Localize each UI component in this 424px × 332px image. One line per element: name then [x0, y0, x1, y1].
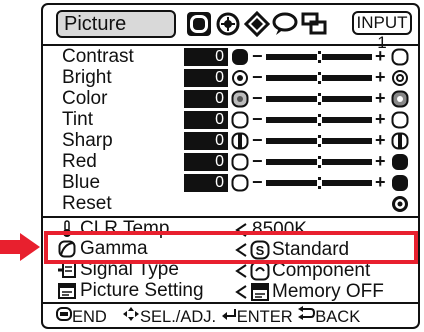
adjust-value: 0 — [184, 174, 228, 192]
slider-track — [266, 177, 372, 189]
navigation-arrows-icon — [122, 306, 140, 328]
contrast-low-icon — [232, 49, 248, 65]
reset-icon[interactable] — [391, 195, 409, 213]
footer-divider — [41, 302, 420, 304]
slider-track — [266, 51, 372, 63]
setting-row-picture-setting[interactable]: Picture Setting Memory OFF — [56, 280, 414, 302]
adjust-value: 0 — [184, 90, 228, 108]
back-icon — [297, 305, 316, 328]
menu-button-icon — [56, 306, 72, 328]
adjust-label: Color — [62, 88, 108, 109]
sharp-low-icon — [231, 132, 249, 150]
tint-slider[interactable]: − + — [252, 109, 414, 130]
fine-sync-icon[interactable] — [215, 11, 241, 37]
contrast-high-icon — [391, 48, 409, 66]
display-icon[interactable] — [301, 11, 327, 37]
sharp-high-icon — [391, 132, 409, 150]
setting-value[interactable]: Memory OFF — [234, 281, 414, 303]
setting-value-text: Memory OFF — [272, 281, 384, 302]
adjust-label: Bright — [62, 67, 112, 88]
adjust-label: Contrast — [62, 46, 134, 67]
contrast-slider[interactable]: − + — [252, 46, 414, 67]
adjust-label: Red — [62, 151, 97, 172]
bright-low-icon — [232, 70, 248, 86]
option-arrow-icon — [235, 264, 247, 278]
adjust-row-tint[interactable]: Tint 0 − + — [56, 109, 414, 130]
tint-high-icon — [391, 111, 409, 129]
menu-tab-icons — [186, 11, 336, 39]
memory-icon — [251, 283, 269, 301]
menu-title-tab[interactable]: Picture — [56, 10, 176, 38]
adjust-row-color[interactable]: Color 0 − + — [56, 88, 414, 109]
bright-high-icon — [392, 70, 408, 86]
slider-track — [266, 93, 372, 105]
red-high-icon — [392, 154, 408, 170]
adjust-label: Tint — [62, 109, 93, 130]
adjust-label: Blue — [62, 172, 101, 193]
adjust-row-red[interactable]: Red 0 − + — [56, 151, 414, 172]
blue-high-icon — [392, 175, 408, 191]
picture-tab-icon[interactable] — [186, 11, 212, 37]
slider-track — [266, 135, 372, 147]
adjust-value: 0 — [184, 153, 228, 171]
sharp-slider[interactable]: − + — [252, 130, 414, 151]
language-icon[interactable] — [272, 11, 298, 37]
menu-header: Picture INPUT 1 — [56, 10, 412, 52]
reset-label: Reset — [62, 193, 112, 214]
color-low-icon — [231, 90, 249, 108]
footer-enter: ENTER — [236, 307, 293, 326]
option-arrow-icon — [235, 285, 247, 299]
adjust-row-bright[interactable]: Bright 0 − + — [56, 67, 414, 88]
adjust-value: 0 — [184, 69, 228, 87]
color-slider[interactable]: − + — [252, 88, 414, 109]
adjust-row-sharp[interactable]: Sharp 0 − + — [56, 130, 414, 151]
bright-slider[interactable]: − + — [252, 67, 414, 88]
adjust-value: 0 — [184, 132, 228, 150]
input-indicator: INPUT 1 — [352, 11, 412, 52]
footer-legend: END SEL./ADJ. ENTER BACK — [56, 305, 416, 327]
tint-low-icon — [231, 111, 249, 129]
component-icon — [250, 261, 270, 281]
slider-track — [266, 72, 372, 84]
footer-sel-adj: SEL./ADJ. — [140, 307, 217, 326]
color-high-icon — [391, 90, 409, 108]
adjust-row-contrast[interactable]: Contrast 0 − + — [56, 46, 414, 67]
red-low-icon — [231, 153, 249, 171]
adjust-value: 0 — [184, 111, 228, 129]
footer-end: END — [72, 307, 107, 326]
adjust-value: 0 — [184, 48, 228, 66]
picture-setting-icon — [58, 283, 76, 299]
slider-track — [266, 156, 372, 168]
red-slider[interactable]: − + — [252, 151, 414, 172]
adjust-label: Sharp — [62, 130, 113, 151]
selection-pointer-icon — [0, 233, 40, 261]
setting-label: Picture Setting — [80, 280, 204, 301]
slider-track — [266, 114, 372, 126]
selection-highlight — [44, 231, 418, 264]
options-icon[interactable] — [244, 11, 270, 37]
enter-icon — [221, 306, 237, 328]
reset-row[interactable]: Reset — [56, 194, 414, 214]
adjust-row-blue[interactable]: Blue 0 − + — [56, 172, 414, 193]
footer-back: BACK — [315, 307, 361, 326]
blue-low-icon — [231, 174, 249, 192]
blue-slider[interactable]: − + — [252, 172, 414, 193]
